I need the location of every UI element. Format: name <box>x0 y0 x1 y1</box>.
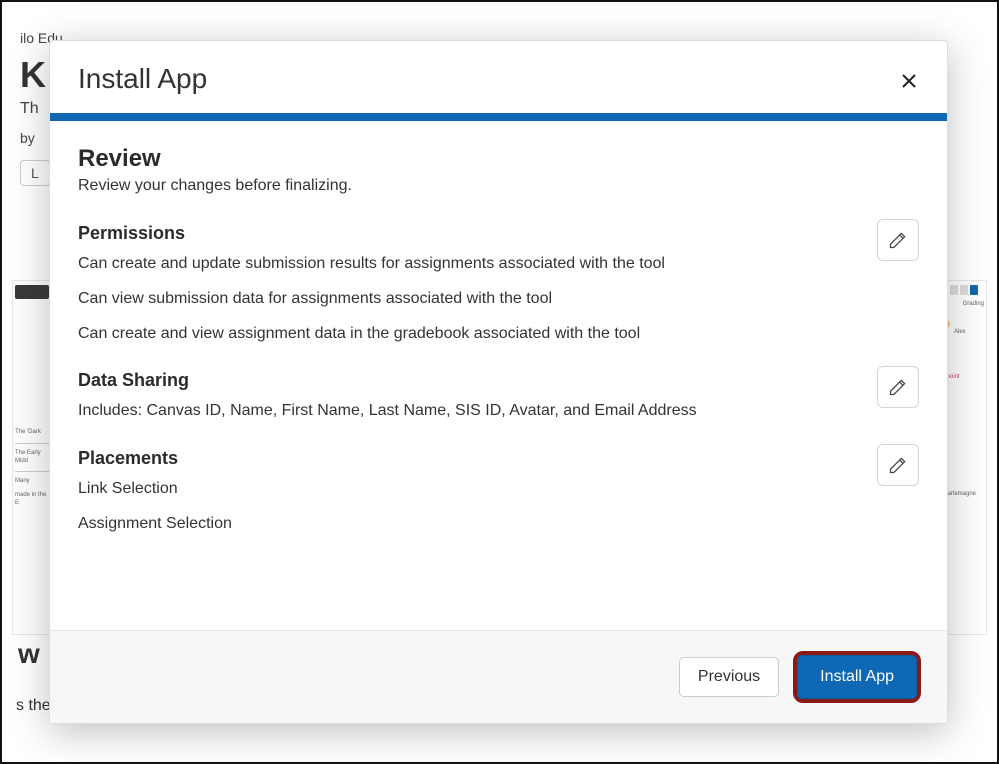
permissions-heading: Permissions <box>78 223 919 244</box>
data-sharing-text: Includes: Canvas ID, Name, First Name, L… <box>78 401 919 422</box>
permission-item: Can view submission data for assignments… <box>78 289 919 310</box>
previous-button[interactable]: Previous <box>679 657 779 697</box>
placement-item: Assignment Selection <box>78 514 919 535</box>
placements-section: Placements Link Selection Assignment Sel… <box>78 448 919 535</box>
edit-placements-button[interactable] <box>877 444 919 486</box>
placements-heading: Placements <box>78 448 919 469</box>
modal-footer: Previous Install App <box>50 630 947 723</box>
permission-item: Can create and view assignment data in t… <box>78 324 919 345</box>
review-heading: Review <box>78 145 919 173</box>
data-sharing-heading: Data Sharing <box>78 370 919 391</box>
review-subheading: Review your changes before finalizing. <box>78 177 919 195</box>
modal-accent-bar <box>50 113 947 121</box>
placement-item: Link Selection <box>78 479 919 500</box>
modal-title: Install App <box>78 63 919 95</box>
modal-body: Review Review your changes before finali… <box>50 121 947 630</box>
close-button[interactable] <box>895 67 923 95</box>
close-icon <box>902 74 916 88</box>
permission-item: Can create and update submission results… <box>78 254 919 275</box>
pencil-icon <box>888 377 908 397</box>
install-button-highlight: Install App <box>793 651 921 703</box>
permissions-section: Permissions Can create and update submis… <box>78 223 919 344</box>
edit-data-sharing-button[interactable] <box>877 366 919 408</box>
install-app-button[interactable]: Install App <box>797 655 917 699</box>
modal-header: Install App <box>50 41 947 113</box>
data-sharing-section: Data Sharing Includes: Canvas ID, Name, … <box>78 370 919 422</box>
install-app-modal: Install App Review Review your changes b… <box>49 40 948 724</box>
pencil-icon <box>888 230 908 250</box>
pencil-icon <box>888 455 908 475</box>
edit-permissions-button[interactable] <box>877 219 919 261</box>
